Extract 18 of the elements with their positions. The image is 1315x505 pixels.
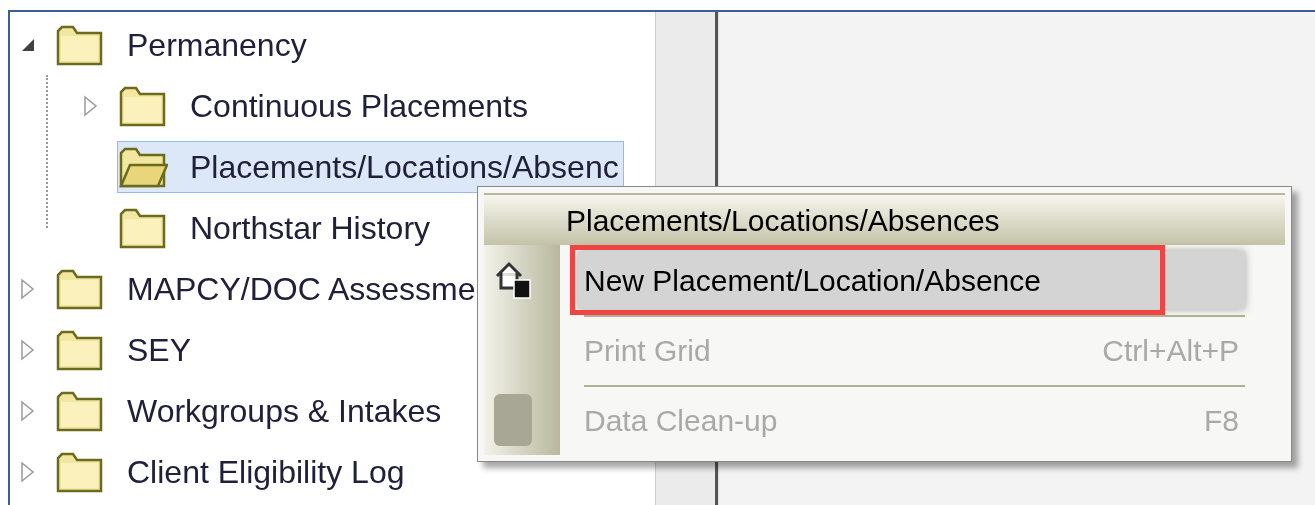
tree-item-label[interactable]: Continuous Placements (190, 89, 528, 122)
tree-item-label[interactable]: Placements/Locations/Absenc (190, 150, 619, 183)
tree-item-label[interactable]: Permanency (127, 28, 307, 61)
expand-arrow-icon[interactable] (20, 338, 36, 361)
expand-arrow-icon[interactable] (83, 94, 99, 117)
house-icon (494, 260, 532, 300)
tree-item-label[interactable]: Workgroups & Intakes (127, 394, 442, 427)
tree-item-label[interactable]: SEY (127, 333, 192, 366)
tree-item-label[interactable]: Northstar History (190, 211, 431, 244)
expand-arrow-icon[interactable] (20, 277, 36, 300)
menu-item[interactable]: New Placement/Location/Absence (578, 251, 1245, 309)
tree-item-label[interactable]: MAPCY/DOC Assessme (127, 272, 476, 305)
tree-item-label[interactable]: Client Eligibility Log (127, 455, 405, 488)
menu-title: Placements/Locations/Absences (566, 202, 1000, 239)
square-icon (494, 394, 532, 446)
selected-tree-item[interactable]: Placements/Locations/Absenc (117, 140, 624, 193)
expand-arrow-icon[interactable] (20, 399, 36, 422)
expand-arrow-icon[interactable] (20, 460, 36, 483)
